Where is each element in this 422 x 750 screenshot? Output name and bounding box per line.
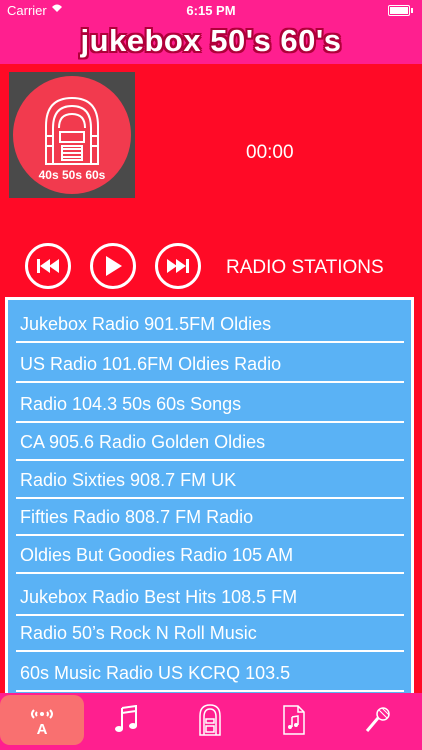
battery-icon <box>388 5 413 16</box>
play-button[interactable] <box>90 243 136 289</box>
station-item[interactable]: Oldies But Goodies Radio 105 AM <box>16 537 404 574</box>
station-item[interactable]: 60s Music Radio US KCRQ 103.5 <box>16 655 404 692</box>
station-list[interactable]: Jukebox Radio 901.5FM Oldies US Radio 10… <box>5 297 414 693</box>
station-item[interactable]: US Radio 101.6FM Oldies Radio <box>16 346 404 383</box>
previous-button[interactable] <box>25 243 71 289</box>
jukebox-icon <box>199 704 221 736</box>
station-item[interactable]: Radio 104.3 50s 60s Songs <box>16 386 404 423</box>
tab-radio[interactable]: A <box>0 695 84 745</box>
app-title: jukebox 50's 60's <box>80 23 342 58</box>
station-logo: 40s 50s 60s <box>9 72 135 198</box>
play-icon <box>106 256 122 276</box>
next-button[interactable] <box>155 243 201 289</box>
tab-jukebox[interactable] <box>168 695 252 745</box>
station-item[interactable]: Jukebox Radio 901.5FM Oldies <box>16 306 404 343</box>
station-item[interactable]: Jukebox Radio Best Hits 108.5 FM <box>16 579 404 616</box>
nav-bar: jukebox 50's 60's <box>0 20 422 64</box>
station-item[interactable]: Radio Sixties 908.7 FM UK <box>16 462 404 499</box>
radio-stations-label: RADIO STATIONS <box>226 257 384 278</box>
tab-bar: A <box>0 693 422 750</box>
logo-disc: 40s 50s 60s <box>13 76 131 194</box>
fast-forward-icon <box>167 259 189 273</box>
logo-caption: 40s 50s 60s <box>38 168 106 182</box>
station-item[interactable]: Radio 50’s Rock N Roll Music <box>16 615 404 652</box>
status-time: 6:15 PM <box>186 3 236 18</box>
station-item[interactable]: CA 905.6 Radio Golden Oldies <box>16 424 404 461</box>
station-item[interactable]: Fifties Radio 808.7 FM Radio <box>16 499 404 536</box>
svg-text:A: A <box>37 721 48 736</box>
tab-karaoke[interactable] <box>336 695 420 745</box>
tab-playlist[interactable] <box>252 695 336 745</box>
radio-antenna-icon: A <box>31 709 53 736</box>
status-bar: Carrier 6:15 PM <box>0 0 422 20</box>
microphone-icon <box>365 707 390 732</box>
music-document-icon <box>283 705 305 735</box>
tab-music[interactable] <box>84 695 168 745</box>
elapsed-time: 00:00 <box>246 142 294 163</box>
music-note-icon <box>115 705 137 732</box>
rewind-icon <box>37 259 59 273</box>
